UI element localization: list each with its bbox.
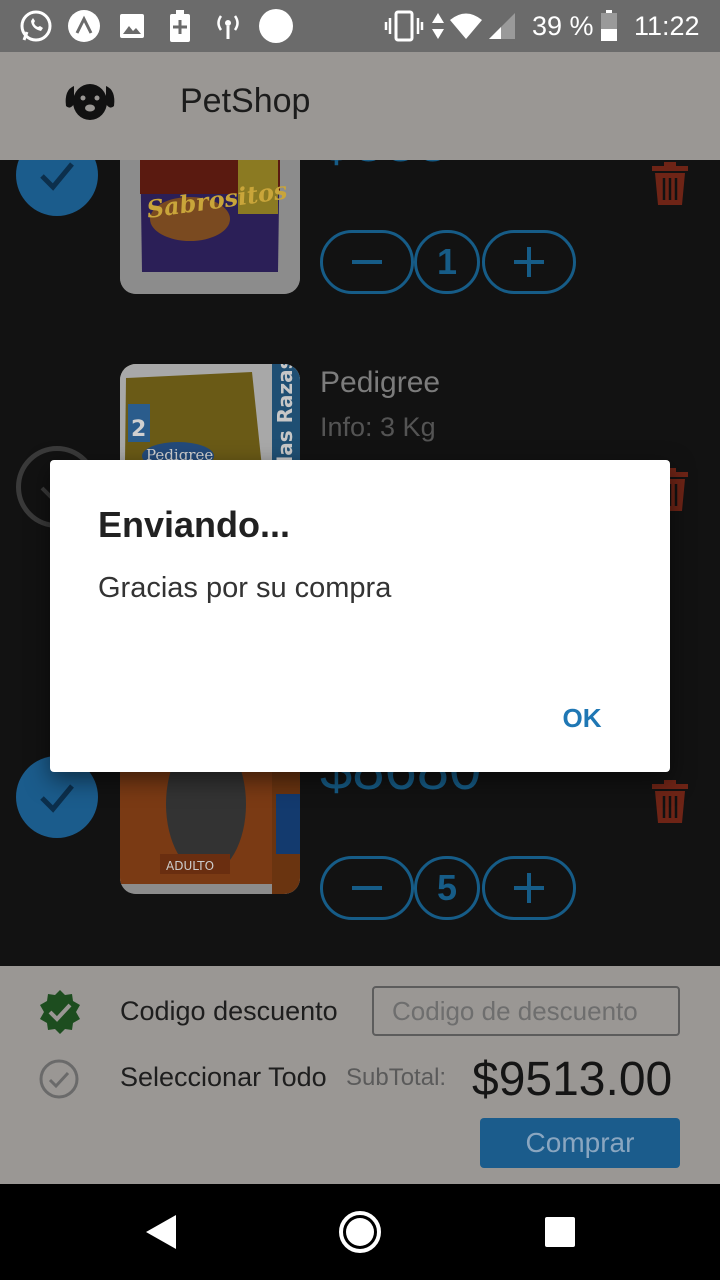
item-price: $833	[320, 160, 449, 175]
subtotal-value: $9513.00	[472, 1053, 673, 1106]
product-image-sabrositos: Sabrositos	[120, 160, 300, 294]
delete-button[interactable]	[650, 162, 690, 206]
trash-icon	[652, 780, 688, 823]
trash-icon	[652, 162, 688, 205]
discount-label: Codigo descuento	[120, 996, 338, 1026]
quantity-stepper: 1	[320, 230, 580, 294]
home-circle-icon	[339, 1211, 381, 1253]
check-circle-icon	[39, 1059, 79, 1099]
whatsapp-icon	[18, 8, 54, 44]
verified-badge-icon	[36, 988, 84, 1036]
quantity-value: 1	[436, 241, 458, 282]
decrement-button[interactable]	[320, 230, 414, 294]
select-all-checkbox[interactable]	[38, 1058, 80, 1100]
vibrate-icon	[384, 8, 424, 44]
increment-button[interactable]	[482, 230, 576, 294]
signal-icon	[486, 8, 518, 44]
dialog-title: Enviando...	[98, 504, 291, 545]
buy-button[interactable]: Comprar	[480, 1118, 680, 1168]
select-all-label: Seleccionar Todo	[120, 1062, 327, 1092]
plus-icon	[514, 873, 544, 903]
hotspot-icon	[212, 8, 244, 44]
decrement-button[interactable]	[320, 856, 414, 920]
battery-icon	[598, 8, 620, 44]
data-arrows-icon	[430, 8, 446, 44]
back-triangle-icon	[146, 1215, 176, 1249]
delete-button[interactable]	[650, 780, 690, 824]
quantity-display: 1	[414, 230, 480, 294]
subtotal-label: SubTotal:	[346, 1064, 447, 1091]
clock: 11:22	[634, 11, 700, 41]
wifi-icon	[448, 8, 484, 44]
minus-icon	[352, 260, 382, 264]
navigation-bar	[0, 1184, 720, 1280]
check-icon	[40, 162, 74, 191]
app-bar: PetShop	[0, 52, 720, 160]
minus-icon	[352, 886, 382, 890]
dialog-message: Gracias por su compra	[98, 572, 392, 604]
recents-square-icon	[545, 1217, 575, 1247]
back-button[interactable]	[142, 1212, 182, 1252]
svg-text:ADULTO: ADULTO	[166, 859, 214, 873]
item-info: Info: 3 Kg	[320, 412, 436, 442]
status-bar: 39 % 11:22	[0, 0, 720, 52]
svg-text:2: 2	[131, 417, 146, 442]
plus-icon	[514, 247, 544, 277]
dog-logo-icon	[64, 80, 116, 124]
app-title: PetShop	[180, 82, 311, 120]
item-select-checkbox[interactable]	[16, 160, 98, 216]
quantity-value: 5	[436, 867, 458, 908]
cart-item: Sabrositos $833 1	[0, 160, 720, 294]
item-name: Pedigree	[320, 366, 441, 399]
increment-button[interactable]	[482, 856, 576, 920]
recents-button[interactable]	[544, 1216, 576, 1248]
app-a-icon	[66, 8, 102, 44]
checkout-panel: Codigo descuento Seleccionar Todo SubTot…	[0, 966, 720, 1184]
quantity-stepper: 5	[320, 856, 580, 920]
ok-button[interactable]: OK	[546, 696, 618, 740]
quantity-display: 5	[414, 856, 480, 920]
discount-code-input[interactable]	[372, 986, 680, 1036]
home-button[interactable]	[338, 1210, 382, 1254]
battery-saver-icon	[166, 8, 194, 44]
check-icon	[40, 784, 74, 813]
circle-icon	[258, 8, 294, 44]
gallery-icon	[116, 8, 148, 44]
alert-dialog: Enviando... Gracias por su compra OK	[50, 460, 670, 772]
battery-percent: 39 %	[532, 11, 594, 41]
